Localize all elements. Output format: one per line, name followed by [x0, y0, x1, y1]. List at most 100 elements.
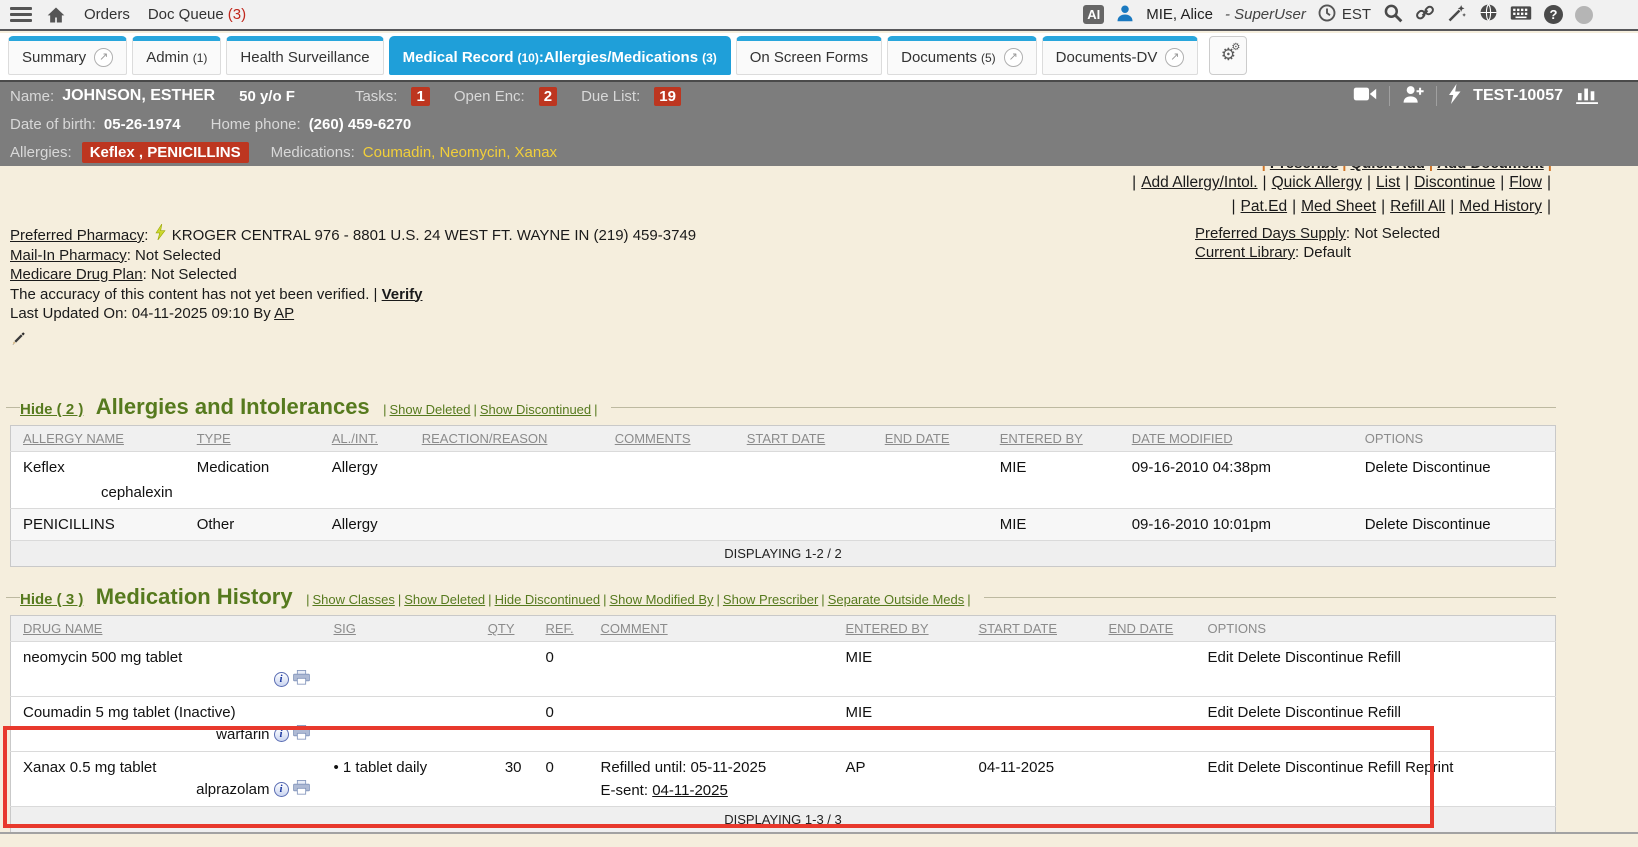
medications-list[interactable]: Coumadin, Neomycin, Xanax: [363, 144, 557, 161]
print-icon[interactable]: [293, 670, 310, 689]
col-start-date[interactable]: START DATE: [735, 426, 873, 452]
tab-admin[interactable]: Admin(1): [132, 36, 221, 75]
esent-date-link[interactable]: 04-11-2025: [652, 782, 728, 799]
open-enc-count-badge[interactable]: 2: [539, 87, 557, 106]
hide-discontinued-link[interactable]: Hide Discontinued: [495, 592, 601, 607]
allergy-alert-badge[interactable]: Keflex , PENICILLINS: [82, 142, 249, 163]
add-document-link[interactable]: Add Document: [1437, 166, 1544, 172]
tab-on-screen-forms[interactable]: On Screen Forms: [736, 36, 882, 75]
drug-cell[interactable]: Xanax 0.5 mg tablet alprazolam i: [11, 752, 322, 807]
pat-ed-link[interactable]: Pat.Ed: [1241, 198, 1288, 215]
last-updated-by-link[interactable]: AP: [274, 305, 294, 322]
video-camera-icon[interactable]: [1353, 86, 1377, 106]
search-icon[interactable]: [1383, 3, 1403, 27]
mailin-pharmacy-link[interactable]: Mail-In Pharmacy: [10, 247, 127, 264]
med-options-cell[interactable]: Edit Delete Discontinue Refill Reprint: [1196, 752, 1556, 807]
chart-stats-icon[interactable]: [1575, 84, 1600, 108]
quick-allergy-link[interactable]: Quick Allergy: [1272, 174, 1362, 191]
col-sig[interactable]: SIG: [322, 616, 467, 642]
show-prescriber-link[interactable]: Show Prescriber: [723, 592, 818, 607]
tab-documents[interactable]: Documents(5) ↗: [887, 36, 1037, 75]
patient-name[interactable]: JOHNSON, ESTHER: [62, 87, 215, 105]
flow-link[interactable]: Flow: [1509, 174, 1542, 191]
medications-hide-link[interactable]: Hide ( 3 ): [20, 591, 83, 608]
help-icon[interactable]: ?: [1544, 5, 1563, 24]
add-allergy-link[interactable]: Add Allergy/Intol.: [1141, 174, 1257, 191]
med-options-cell[interactable]: Edit Delete Discontinue Refill: [1196, 697, 1556, 752]
tab-settings-button[interactable]: ⚙ ⚙: [1209, 36, 1247, 75]
col-end-date[interactable]: END DATE: [1097, 616, 1196, 642]
show-classes-link[interactable]: Show Classes: [312, 592, 394, 607]
drug-info-icon[interactable]: i: [274, 782, 289, 797]
col-end-date[interactable]: END DATE: [873, 426, 988, 452]
print-icon[interactable]: [293, 725, 310, 744]
edit-pencil-icon[interactable]: [10, 330, 27, 352]
drug-info-icon[interactable]: i: [274, 672, 289, 687]
drug-info-icon[interactable]: i: [274, 727, 289, 742]
allergy-options-cell[interactable]: Delete Discontinue: [1353, 452, 1556, 509]
tasks-count-badge[interactable]: 1: [411, 87, 429, 106]
tab-health-surveillance[interactable]: Health Surveillance: [226, 36, 383, 75]
ai-badge[interactable]: AI: [1083, 5, 1104, 24]
col-comments[interactable]: COMMENTS: [603, 426, 735, 452]
tab-medical-record[interactable]: Medical Record(10):Allergies/Medications…: [389, 36, 731, 75]
clock-icon[interactable]: [1318, 4, 1336, 26]
medicare-plan-link[interactable]: Medicare Drug Plan: [10, 266, 143, 283]
external-link-icon[interactable]: ↗: [94, 48, 113, 67]
show-deleted-link[interactable]: Show Deleted: [404, 592, 485, 607]
col-start-date[interactable]: START DATE: [967, 616, 1097, 642]
col-drug-name[interactable]: DRUG NAME: [11, 616, 322, 642]
col-reaction[interactable]: REACTION/REASON: [410, 426, 603, 452]
discontinue-link[interactable]: Discontinue: [1414, 174, 1495, 191]
col-type[interactable]: TYPE: [185, 426, 320, 452]
current-library-link[interactable]: Current Library: [1195, 244, 1295, 261]
prescribe-link[interactable]: Prescribe: [1270, 166, 1338, 172]
col-entered-by[interactable]: ENTERED BY: [834, 616, 967, 642]
drug-cell[interactable]: neomycin 500 mg tablet i: [11, 642, 322, 697]
tab-documents-dv[interactable]: Documents-DV ↗: [1042, 36, 1199, 75]
med-history-link[interactable]: Med History: [1459, 198, 1542, 215]
preferred-days-supply-link[interactable]: Preferred Days Supply: [1195, 225, 1346, 242]
globe-icon[interactable]: [1479, 3, 1498, 26]
status-circle-icon[interactable]: [1575, 6, 1593, 24]
quick-add-link[interactable]: Quick Add: [1350, 166, 1424, 172]
col-allergy-name[interactable]: ALLERGY NAME: [11, 426, 185, 452]
col-qty[interactable]: QTY: [467, 616, 534, 642]
med-options-cell[interactable]: Edit Delete Discontinue Refill: [1196, 642, 1556, 697]
separate-outside-meds-link[interactable]: Separate Outside Meds: [828, 592, 965, 607]
drug-cell[interactable]: Coumadin 5 mg tablet (Inactive) warfarin…: [11, 697, 322, 752]
col-date-modified[interactable]: DATE MODIFIED: [1120, 426, 1353, 452]
allergy-options-cell[interactable]: Delete Discontinue: [1353, 509, 1556, 541]
col-comment[interactable]: COMMENT: [589, 616, 834, 642]
external-link-icon[interactable]: ↗: [1004, 48, 1023, 67]
home-icon[interactable]: [46, 5, 66, 25]
user-name[interactable]: MIE, Alice: [1146, 6, 1213, 23]
tab-summary[interactable]: Summary ↗: [8, 36, 127, 75]
tab-label: Health Surveillance: [240, 49, 369, 66]
doc-queue-menu-item[interactable]: Doc Queue(3): [148, 6, 246, 23]
show-discontinued-link[interactable]: Show Discontinued: [480, 402, 591, 417]
due-list-count-badge[interactable]: 19: [654, 87, 681, 106]
col-entered-by[interactable]: ENTERED BY: [988, 426, 1120, 452]
link-icon[interactable]: [1415, 3, 1435, 27]
show-deleted-link[interactable]: Show Deleted: [390, 402, 471, 417]
orders-menu-item[interactable]: Orders: [84, 6, 130, 23]
refill-all-link[interactable]: Refill All: [1390, 198, 1445, 215]
preferred-pharmacy-link[interactable]: Preferred Pharmacy: [10, 227, 144, 244]
wand-icon[interactable]: [1447, 3, 1467, 27]
med-sheet-link[interactable]: Med Sheet: [1301, 198, 1376, 215]
lightning-bolt-icon[interactable]: [1449, 84, 1461, 108]
print-icon[interactable]: [293, 780, 310, 799]
show-modified-by-link[interactable]: Show Modified By: [609, 592, 713, 607]
allergy-name-cell[interactable]: Keflex cephalexin: [11, 452, 185, 509]
col-ref[interactable]: REF.: [534, 616, 589, 642]
col-al-int[interactable]: AL./INT.: [320, 426, 410, 452]
allergy-name-cell[interactable]: PENICILLINS: [11, 509, 185, 541]
allergies-hide-link[interactable]: Hide ( 2 ): [20, 401, 83, 418]
hamburger-menu-icon[interactable]: [10, 4, 32, 25]
verify-link[interactable]: Verify: [382, 286, 423, 303]
list-link[interactable]: List: [1376, 174, 1400, 191]
add-person-icon[interactable]: [1402, 85, 1424, 107]
external-link-icon[interactable]: ↗: [1165, 48, 1184, 67]
keyboard-icon[interactable]: [1510, 5, 1532, 25]
